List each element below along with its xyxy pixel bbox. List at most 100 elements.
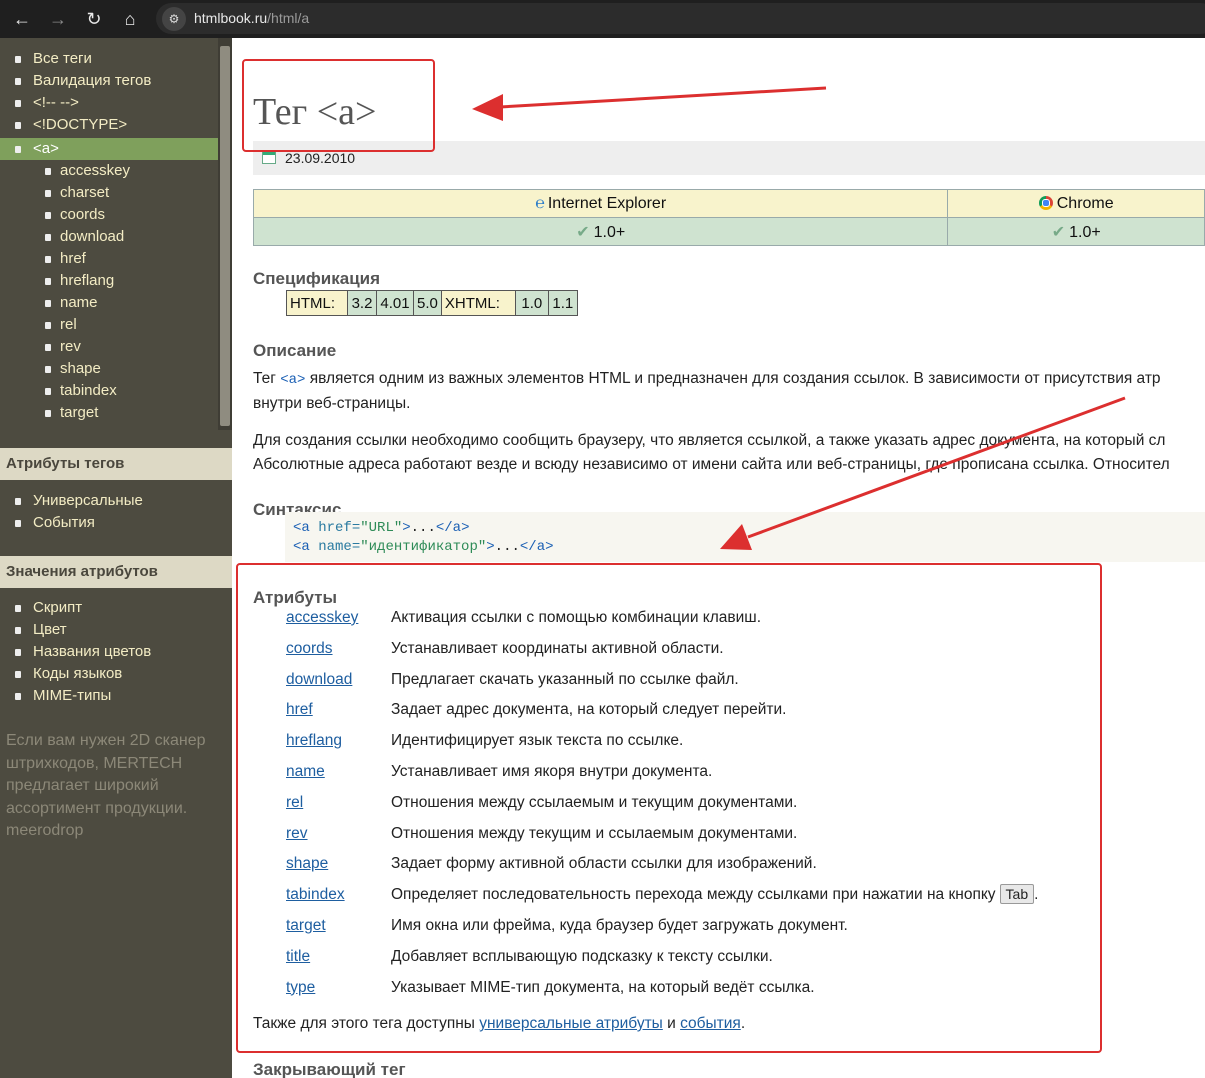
forward-arrow-icon[interactable]: → xyxy=(44,5,72,33)
page-icon xyxy=(15,78,21,85)
page-icon xyxy=(15,627,21,634)
sidebar-subitem[interactable]: accesskey xyxy=(0,160,218,182)
site-settings-icon[interactable]: ⚙ xyxy=(162,7,186,31)
annotation-attributes-box xyxy=(236,563,1102,1053)
sidebar-subitem[interactable]: download xyxy=(0,226,218,248)
sidebar-subitem-label: download xyxy=(60,228,125,245)
calendar-icon xyxy=(262,151,276,164)
sidebar-item[interactable]: MIME-типы xyxy=(0,685,218,707)
sidebar-item[interactable]: Названия цветов xyxy=(0,641,218,663)
sidebar-scroll-thumb[interactable] xyxy=(220,46,230,426)
page-icon xyxy=(45,168,51,175)
sidebar-item[interactable]: События xyxy=(0,512,218,534)
tag-attributes-list: Универсальные События xyxy=(0,490,218,534)
url-text: htmlbook.ru/html/a xyxy=(194,10,310,26)
page-icon xyxy=(45,410,51,417)
page-icon xyxy=(15,100,21,107)
sidebar-item-label: Названия цветов xyxy=(33,643,152,660)
sidebar-subitem[interactable]: hreflang xyxy=(0,270,218,292)
sidebar-subitem-label: shape xyxy=(60,360,101,377)
sidebar: Все теги Валидация тегов <!-- --> <!DOCTYPE… xyxy=(0,38,232,1078)
page-icon xyxy=(45,300,51,307)
sidebar-item[interactable]: Коды языков xyxy=(0,663,218,685)
sidebar-subitem[interactable]: name xyxy=(0,292,218,314)
annotation-title-box xyxy=(242,59,435,152)
page-icon xyxy=(45,212,51,219)
browser-toolbar: ← → ↻ ⌂ ⚙ htmlbook.ru/html/a xyxy=(0,0,1205,38)
sidebar-item-label: Коды языков xyxy=(33,665,123,682)
check-icon: ✔ xyxy=(1051,223,1066,241)
sidebar-item-label: События xyxy=(33,514,95,531)
chrome-icon xyxy=(1038,195,1053,210)
attribute-values-list: Скрипт Цвет Названия цветов Коды языков MIME… xyxy=(0,597,218,707)
sidebar-subitem[interactable]: target xyxy=(0,402,218,424)
sidebar-subitem-label: tabindex xyxy=(60,382,117,399)
page-icon xyxy=(15,605,21,612)
page-icon xyxy=(45,256,51,263)
sidebar-subitem[interactable]: href xyxy=(0,248,218,270)
address-bar[interactable]: ⚙ htmlbook.ru/html/a xyxy=(156,3,1205,34)
page-icon xyxy=(15,56,21,63)
sidebar-item-label: Универсальные xyxy=(33,492,143,509)
sidebar-subitem[interactable]: coords xyxy=(0,204,218,226)
closing-tag-heading: Закрывающий тег xyxy=(253,1060,406,1078)
spec-heading: Спецификация xyxy=(253,269,381,288)
back-arrow-icon[interactable]: ← xyxy=(8,5,36,33)
sidebar-item[interactable]: Валидация тегов xyxy=(0,70,218,92)
browser-support-table: ℮ Internet Explorer Chrome ✔ 1.0+ ✔ 1.0+ xyxy=(252,189,1205,246)
page-icon xyxy=(45,366,51,373)
sidebar-subitem[interactable]: tabindex xyxy=(0,380,218,402)
sidebar-subitem[interactable]: rev xyxy=(0,336,218,358)
publish-date: 23.09.2010 xyxy=(285,150,356,166)
sidebar-subitem-label: rel xyxy=(60,316,77,333)
description-heading: Описание xyxy=(253,341,337,360)
sidebar-item[interactable]: <a> xyxy=(0,138,218,160)
spec-html-version[interactable]: 5.0 xyxy=(413,290,442,316)
page-icon xyxy=(15,649,21,656)
page-icon xyxy=(45,388,51,395)
sidebar-subitem[interactable]: shape xyxy=(0,358,218,380)
sidebar-subitem-label: coords xyxy=(60,206,106,223)
home-icon[interactable]: ⌂ xyxy=(116,5,144,33)
description-paragraph-1: Тег <a> является одним из важных элемент… xyxy=(253,370,1161,412)
spec-xhtml-version[interactable]: 1.0 xyxy=(514,290,549,316)
sidebar-item[interactable]: Скрипт xyxy=(0,597,218,619)
sidebar-item-label: Валидация тегов xyxy=(33,72,152,89)
sidebar-item-label: <!DOCTYPE> xyxy=(33,116,128,133)
spec-html-version[interactable]: 3.2 xyxy=(347,290,377,316)
syntax-code-block: <a href="URL">...</a> <a name="идентифик… xyxy=(285,512,1205,562)
page-icon xyxy=(45,322,51,329)
page-icon xyxy=(15,146,21,153)
page-icon xyxy=(45,344,51,351)
tag-tree: Все теги Валидация тегов <!-- --> <!DOCTYPE… xyxy=(0,48,218,428)
promo-text[interactable]: Если вам нужен 2D сканер штрихкодов, MER… xyxy=(6,730,216,843)
sidebar-item[interactable]: <!DOCTYPE> xyxy=(0,114,218,136)
sidebar-subitem[interactable]: rel xyxy=(0,314,218,336)
browser-ie-header: ℮ Internet Explorer xyxy=(252,189,949,218)
spec-table: HTML: 3.2 4.01 5.0 XHTML: 1.0 1.1 xyxy=(286,290,578,316)
sidebar-subitem-label: hreflang xyxy=(60,272,115,289)
sidebar-item-label: <!-- --> xyxy=(33,94,79,111)
sidebar-subitem-label: accesskey xyxy=(60,162,131,179)
page-icon xyxy=(15,693,21,700)
sidebar-subitem[interactable]: charset xyxy=(0,182,218,204)
spec-xhtml-version[interactable]: 1.1 xyxy=(547,290,578,316)
sidebar-item[interactable]: Цвет xyxy=(0,619,218,641)
description-paragraph-2: Для создания ссылки необходимо сообщить … xyxy=(253,432,1170,473)
sidebar-item[interactable]: Все теги xyxy=(0,48,218,70)
sidebar-item[interactable]: <!-- --> xyxy=(0,92,218,114)
section-header-tag-attributes: Атрибуты тегов xyxy=(0,448,232,480)
reload-icon[interactable]: ↻ xyxy=(80,5,108,33)
page-icon xyxy=(15,671,21,678)
sidebar-subitem-label: href xyxy=(60,250,86,267)
browser-chrome-header: Chrome xyxy=(947,189,1205,218)
browser-chrome-version: ✔ 1.0+ xyxy=(947,217,1205,246)
sidebar-subitem-label: rev xyxy=(60,338,81,355)
sidebar-item[interactable]: Универсальные xyxy=(0,490,218,512)
spec-html-version[interactable]: 4.01 xyxy=(376,290,414,316)
sidebar-item-label: Все теги xyxy=(33,50,92,67)
page-icon xyxy=(45,190,51,197)
section-header-attribute-values: Значения атрибутов xyxy=(0,556,232,588)
browser-ie-version: ✔ 1.0+ xyxy=(252,217,949,246)
sidebar-item-label: Цвет xyxy=(33,621,67,638)
